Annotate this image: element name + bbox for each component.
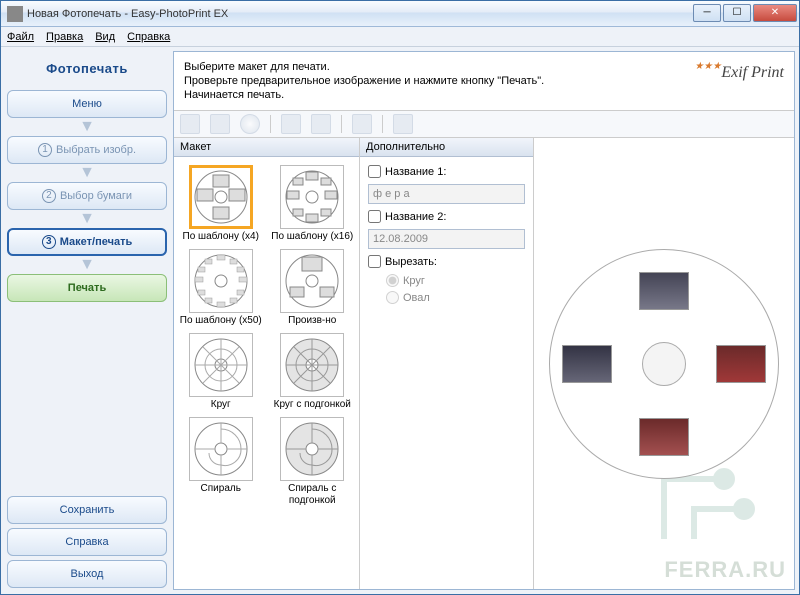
layout-item-x50[interactable]: По шаблону (x50) bbox=[176, 247, 266, 329]
title1-checkbox[interactable] bbox=[368, 165, 381, 178]
crop-checkbox-row[interactable]: Вырезать: bbox=[368, 255, 525, 268]
title1-checkbox-row[interactable]: Название 1: bbox=[368, 165, 525, 178]
print-button[interactable]: Печать bbox=[7, 274, 167, 302]
disc-image-right bbox=[716, 345, 766, 383]
toolbar-icon[interactable] bbox=[393, 114, 413, 134]
save-button[interactable]: Сохранить bbox=[7, 496, 167, 524]
menubar: Файл Правка Вид Справка bbox=[1, 27, 799, 47]
layout-label: По шаблону (x4) bbox=[183, 231, 259, 243]
menu-edit[interactable]: Правка bbox=[46, 31, 83, 43]
title2-input[interactable] bbox=[368, 229, 525, 249]
title2-label: Название 2: bbox=[385, 211, 446, 223]
title1-label: Название 1: bbox=[385, 166, 446, 178]
instructions: Выберите макет для печати. Проверьте пре… bbox=[174, 52, 794, 110]
titlebar: Новая Фотопечать - Easy-PhotoPrint EX ─ … bbox=[1, 1, 799, 27]
radio-oval[interactable] bbox=[386, 291, 399, 304]
layout-label: По шаблону (x16) bbox=[271, 231, 353, 243]
maximize-button[interactable]: ☐ bbox=[723, 4, 751, 22]
toolbar-icon[interactable] bbox=[311, 114, 331, 134]
layout-item-circle[interactable]: Круг bbox=[176, 331, 266, 413]
layout-item-spiral-fit[interactable]: Спираль с подгонкой bbox=[268, 415, 358, 509]
close-button[interactable]: ✕ bbox=[753, 4, 797, 22]
menu-file[interactable]: Файл bbox=[7, 31, 34, 43]
app-icon bbox=[7, 6, 23, 22]
sidebar-title: Фотопечать bbox=[5, 51, 169, 86]
layout-item-x4[interactable]: По шаблону (x4) bbox=[176, 163, 266, 245]
app-window: Новая Фотопечать - Easy-PhotoPrint EX ─ … bbox=[0, 0, 800, 595]
layout-label: По шаблону (x50) bbox=[180, 315, 262, 327]
layout-label: Круг с подгонкой bbox=[274, 399, 351, 411]
help-button[interactable]: Справка bbox=[7, 528, 167, 556]
arrow-down-icon: ▼ bbox=[5, 166, 169, 180]
minimize-button[interactable]: ─ bbox=[693, 4, 721, 22]
title1-input[interactable] bbox=[368, 184, 525, 204]
exit-button[interactable]: Выход bbox=[7, 560, 167, 588]
preview-panel: FERRA.RU bbox=[534, 138, 794, 589]
menu-view[interactable]: Вид bbox=[95, 31, 115, 43]
layout-item-custom[interactable]: Произв-но bbox=[268, 247, 358, 329]
layout-item-spiral[interactable]: Спираль bbox=[176, 415, 266, 509]
step-3-button[interactable]: 3Макет/печать bbox=[7, 228, 167, 256]
crop-checkbox[interactable] bbox=[368, 255, 381, 268]
toolbar-icon[interactable] bbox=[352, 114, 372, 134]
toolbar-icon[interactable] bbox=[210, 114, 230, 134]
title2-checkbox[interactable] bbox=[368, 210, 381, 223]
disc-image-top bbox=[639, 272, 689, 310]
watermark-text: FERRA.RU bbox=[664, 557, 786, 583]
disc-preview bbox=[549, 249, 779, 479]
toolbar-icon[interactable] bbox=[281, 114, 301, 134]
radio-oval-row[interactable]: Овал bbox=[386, 291, 525, 304]
layout-item-x16[interactable]: По шаблону (x16) bbox=[268, 163, 358, 245]
layout-label: Произв-но bbox=[288, 315, 336, 327]
window-title: Новая Фотопечать - Easy-PhotoPrint EX bbox=[27, 8, 691, 20]
sidebar: Фотопечать Меню ▼ 1Выбрать изобр. ▼ 2Выб… bbox=[5, 51, 169, 590]
arrow-down-icon: ▼ bbox=[5, 258, 169, 272]
crop-label: Вырезать: bbox=[385, 256, 437, 268]
radio-oval-label: Овал bbox=[403, 292, 430, 304]
arrow-down-icon: ▼ bbox=[5, 212, 169, 226]
disc-image-bottom bbox=[639, 418, 689, 456]
layout-label: Спираль с подгонкой bbox=[270, 483, 356, 507]
step-2-button[interactable]: 2Выбор бумаги bbox=[7, 182, 167, 210]
radio-circle[interactable] bbox=[386, 274, 399, 287]
step-1-button[interactable]: 1Выбрать изобр. bbox=[7, 136, 167, 164]
instruction-line: Начинается печать. bbox=[184, 88, 784, 102]
additional-header: Дополнительно bbox=[360, 138, 533, 157]
layout-label: Круг bbox=[211, 399, 231, 411]
radio-circle-label: Круг bbox=[403, 275, 425, 287]
layouts-panel: Макет По шаблону (x4) По шаблону (x16) bbox=[174, 138, 360, 589]
disc-hole bbox=[642, 342, 686, 386]
layouts-header: Макет bbox=[174, 138, 359, 157]
arrow-down-icon: ▼ bbox=[5, 120, 169, 134]
radio-circle-row[interactable]: Круг bbox=[386, 274, 525, 287]
toolbar-icon[interactable] bbox=[180, 114, 200, 134]
toolbar-disc-icon[interactable] bbox=[240, 114, 260, 134]
layout-item-circle-fit[interactable]: Круг с подгонкой bbox=[268, 331, 358, 413]
title2-checkbox-row[interactable]: Название 2: bbox=[368, 210, 525, 223]
exif-print-logo: ★★★Exif Print bbox=[694, 66, 784, 82]
layout-label: Спираль bbox=[201, 483, 241, 495]
additional-panel: Дополнительно Название 1: Название 2: Вы… bbox=[360, 138, 534, 589]
disc-image-left bbox=[562, 345, 612, 383]
menu-help[interactable]: Справка bbox=[127, 31, 170, 43]
toolbar bbox=[174, 110, 794, 138]
menu-button[interactable]: Меню bbox=[7, 90, 167, 118]
main-panel: Выберите макет для печати. Проверьте пре… bbox=[173, 51, 795, 590]
